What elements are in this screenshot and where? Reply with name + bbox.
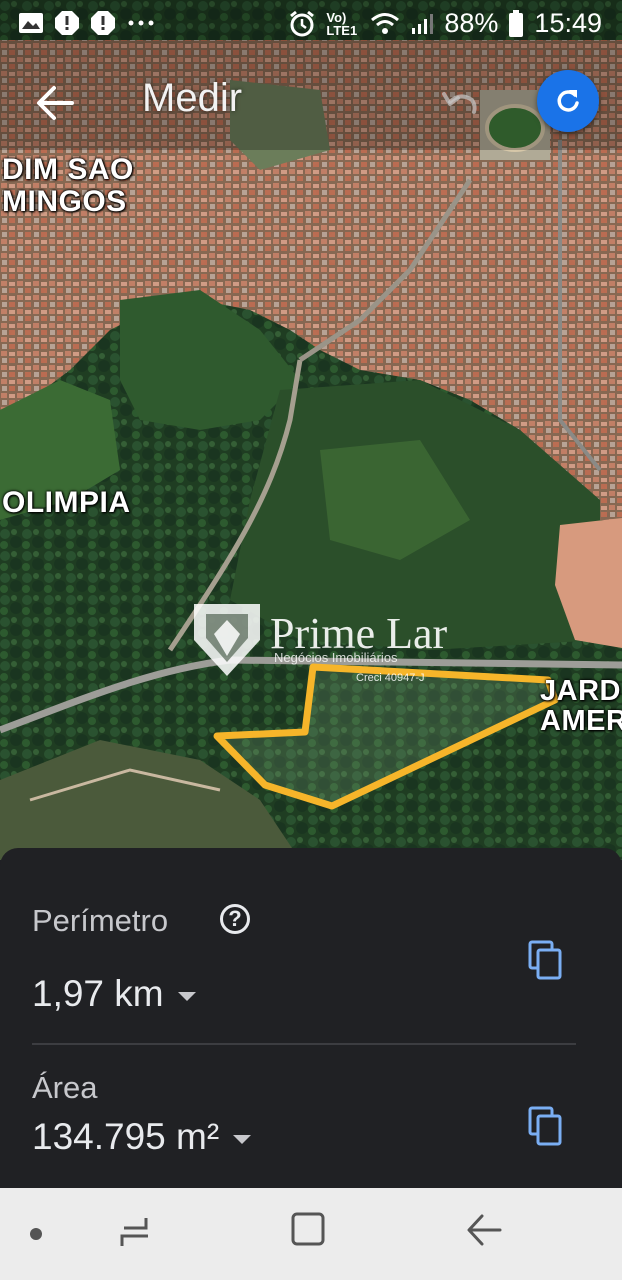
- recent-apps-icon[interactable]: [116, 1210, 156, 1254]
- watermark-creci: Creci 40947-J: [356, 672, 425, 684]
- prime-lar-logo-icon: [194, 604, 260, 676]
- copy-icon[interactable]: [526, 1104, 566, 1148]
- battery-percent: 88%: [444, 8, 499, 38]
- home-icon[interactable]: [290, 1210, 326, 1250]
- refresh-icon: [557, 90, 579, 112]
- watermark: Prime Lar Negócios Imobiliários Creci 40…: [192, 600, 452, 690]
- area-value: 134.795 m²: [32, 1116, 220, 1157]
- alert-icon: [55, 11, 79, 35]
- perimeter-label: Perímetro: [32, 903, 169, 938]
- chevron-down-icon: [233, 1134, 252, 1144]
- clock: 15:49: [534, 8, 602, 38]
- battery-icon: [509, 9, 524, 37]
- divider: [32, 1043, 576, 1045]
- area-value-dropdown[interactable]: 134.795 m²: [32, 1116, 252, 1158]
- help-circle-icon[interactable]: ?: [220, 904, 250, 934]
- more-dots-icon: [128, 20, 154, 26]
- wifi-icon: [371, 12, 400, 34]
- system-nav-bar: [0, 1188, 622, 1280]
- map-label-olimpia: OLIMPIA: [2, 486, 131, 519]
- volte-icon: Vo) LTE1: [326, 9, 358, 38]
- area-label: Área: [32, 1070, 98, 1105]
- dot-icon[interactable]: [28, 1226, 44, 1242]
- arrow-back-icon[interactable]: [30, 78, 80, 128]
- perimeter-value-dropdown[interactable]: 1,97 km: [32, 973, 196, 1015]
- signal-icon: [412, 13, 434, 34]
- page-title: Medir: [142, 76, 243, 120]
- map-label-jardim-america: JARD AMER: [540, 675, 622, 738]
- image-icon: [19, 13, 43, 33]
- undo-icon[interactable]: [440, 86, 480, 122]
- perimeter-value: 1,97 km: [32, 973, 164, 1014]
- status-bar: Vo) LTE1 88% 15:49: [0, 0, 622, 48]
- copy-icon[interactable]: [526, 938, 566, 982]
- map-imagery: [0, 0, 622, 860]
- alert-icon: [91, 11, 115, 35]
- satellite-map[interactable]: DIM SAO MINGOS OLIMPIA JARD AMER Prime L…: [0, 0, 622, 860]
- watermark-subtitle: Negócios Imobiliários: [274, 650, 398, 665]
- map-label-sao-domingos: DIM SAO MINGOS: [2, 153, 134, 218]
- back-icon[interactable]: [464, 1210, 504, 1250]
- chevron-down-icon: [177, 991, 196, 1001]
- measurement-panel: Perímetro ? 1,97 km Área 134.795 m²: [0, 848, 622, 1188]
- refresh-button[interactable]: [537, 70, 599, 132]
- alarm-icon: [290, 10, 315, 36]
